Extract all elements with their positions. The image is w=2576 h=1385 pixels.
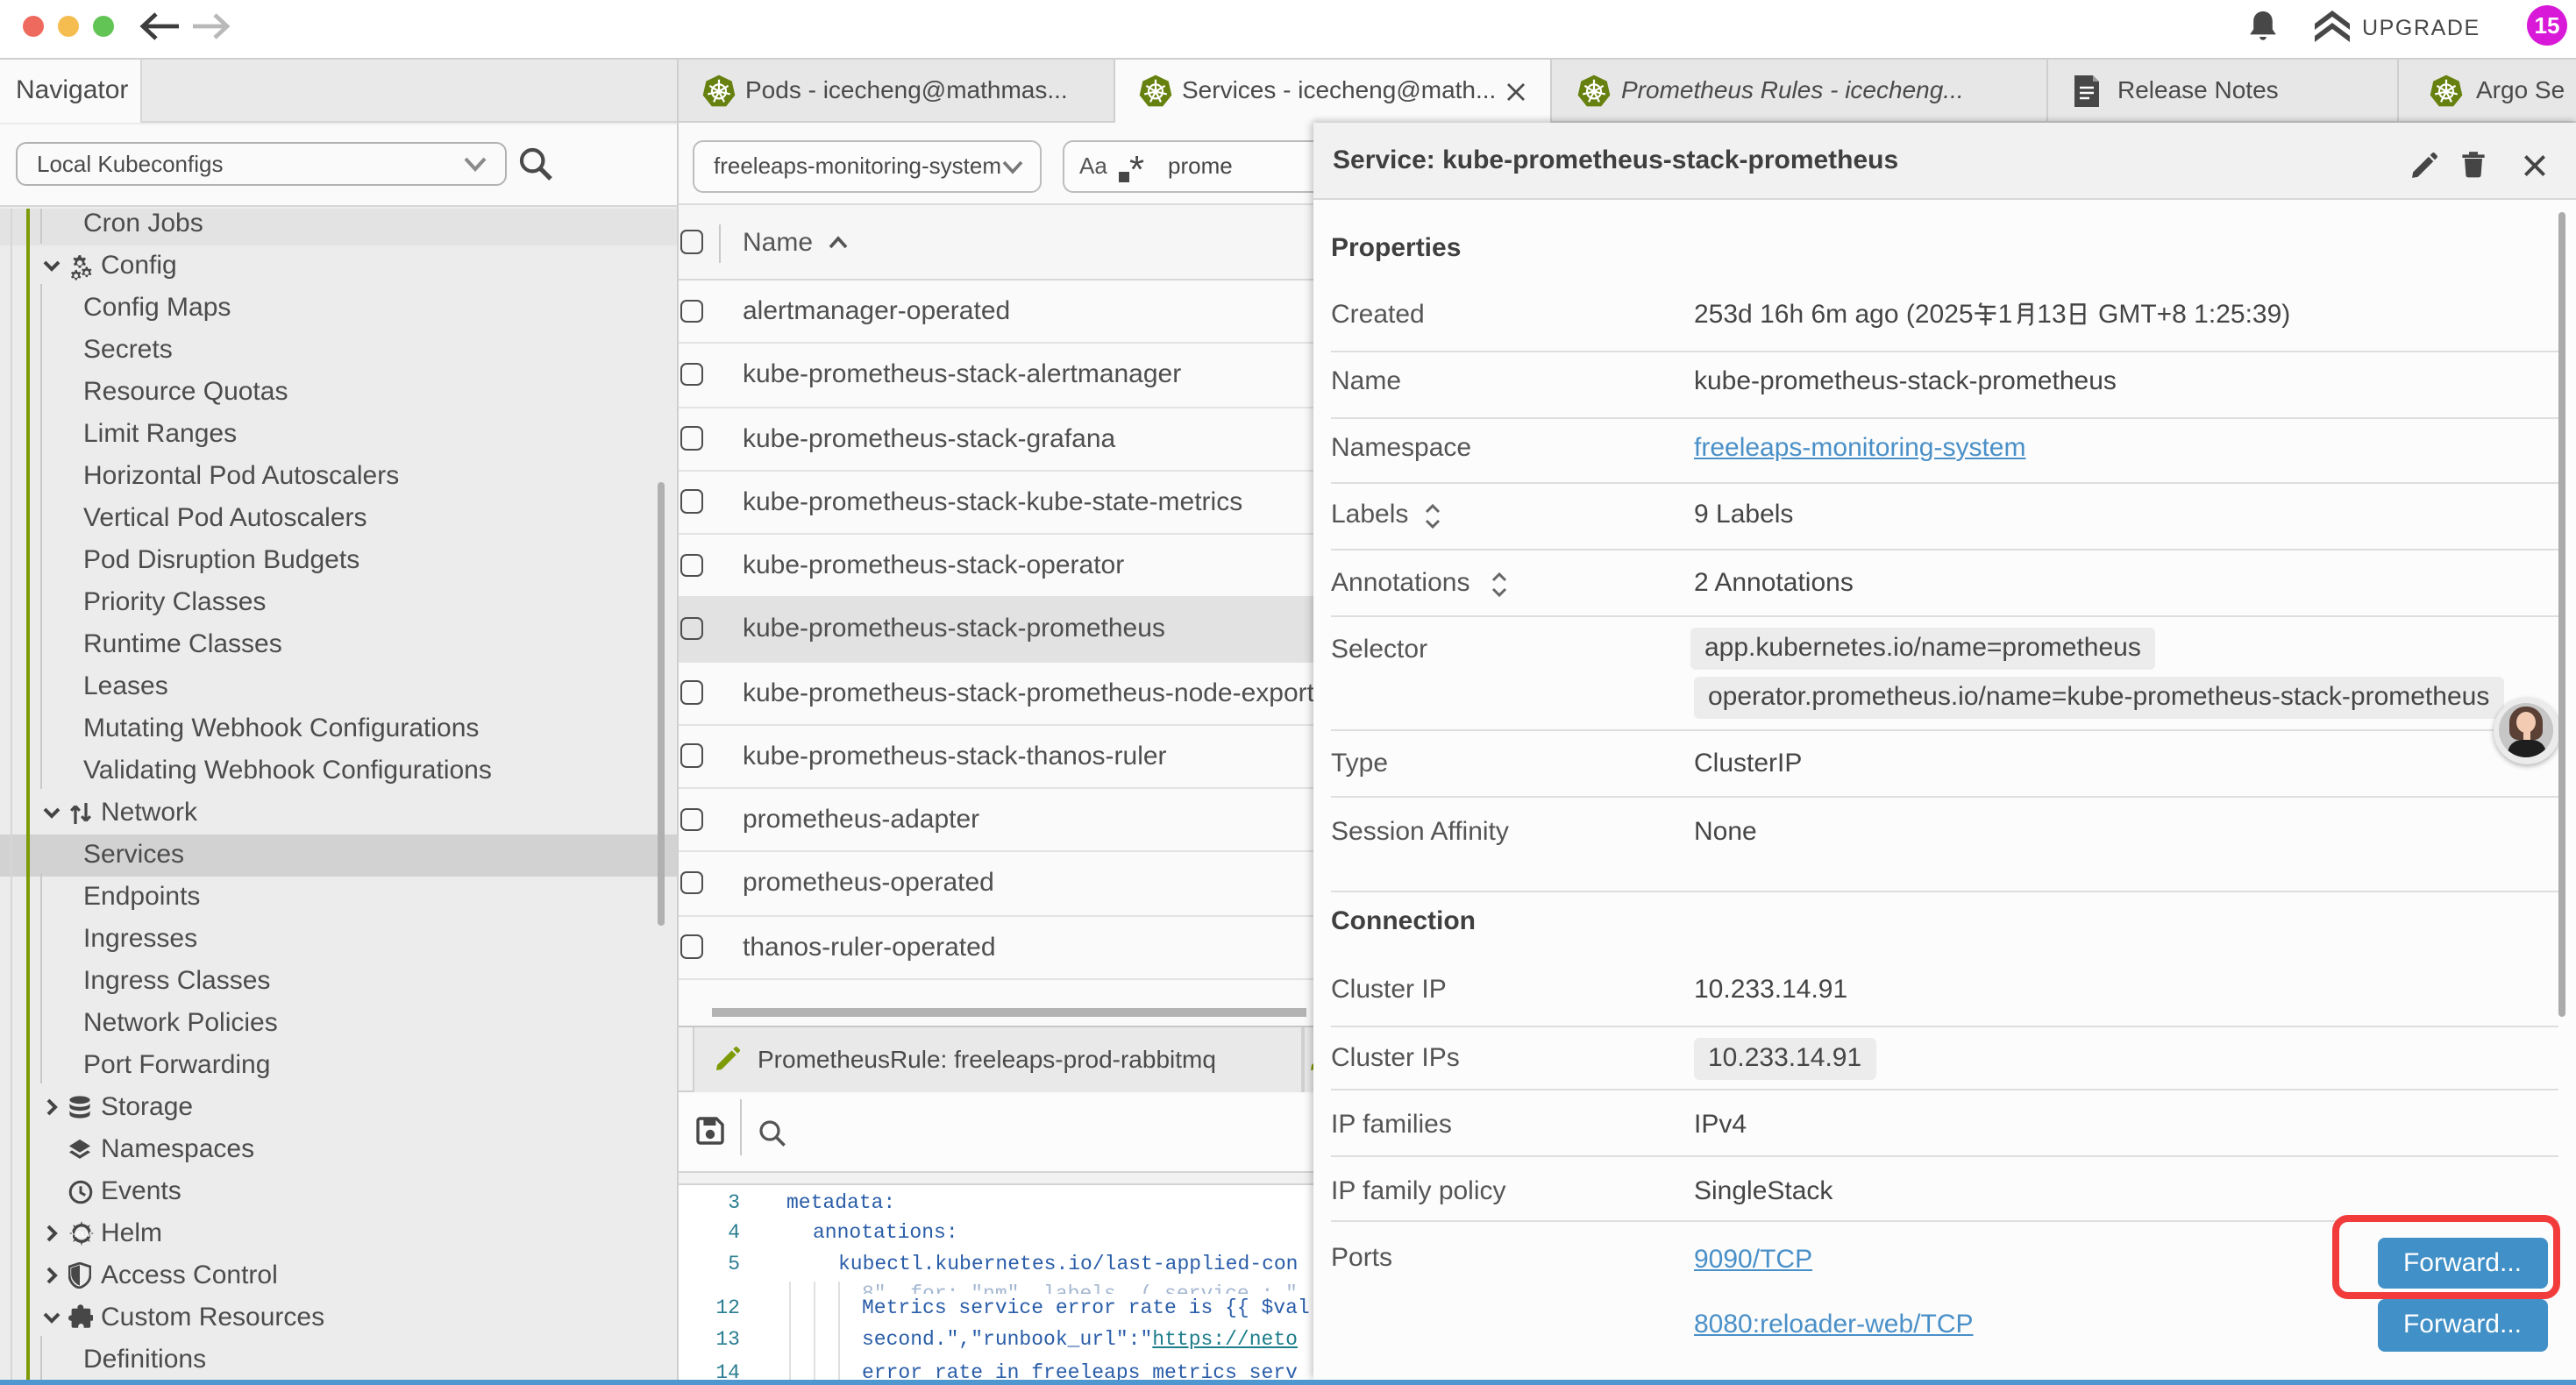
svg-text:HELM: HELM	[70, 1229, 91, 1238]
